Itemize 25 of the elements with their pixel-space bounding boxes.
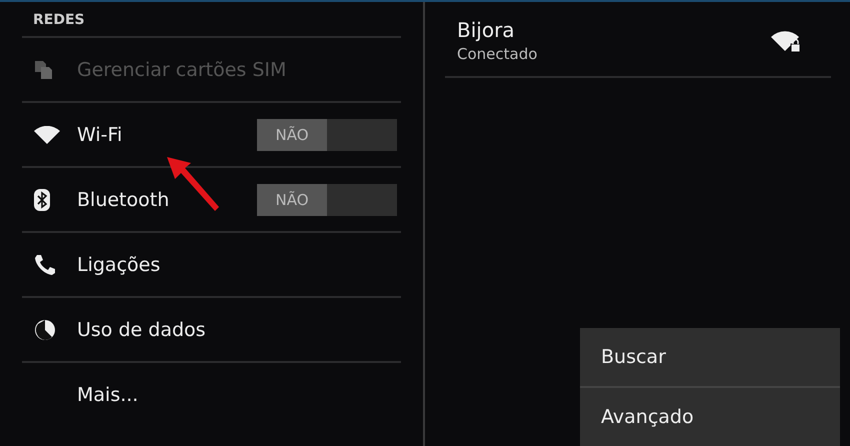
item-label: Bluetooth bbox=[77, 188, 170, 210]
bluetooth-icon bbox=[34, 188, 50, 210]
toggle-switch[interactable]: NÃO bbox=[257, 118, 397, 150]
network-name: Bijora bbox=[457, 18, 516, 42]
item-label: Wi-Fi bbox=[77, 124, 122, 146]
menu-item[interactable]: Avançado bbox=[580, 386, 840, 446]
item-label: Gerenciar cartões SIM bbox=[77, 58, 286, 80]
settings-item[interactable]: Ligações bbox=[22, 233, 401, 296]
data-usage-icon bbox=[34, 318, 56, 340]
wifi-lock-icon bbox=[771, 28, 801, 52]
settings-item[interactable]: Bluetooth NÃO bbox=[22, 168, 401, 231]
section-header: REDES bbox=[32, 11, 86, 30]
settings-item[interactable]: Uso de dados bbox=[22, 298, 401, 361]
sim-cards-icon bbox=[34, 60, 54, 80]
item-label: Uso de dados bbox=[77, 318, 206, 340]
settings-item[interactable]: Wi-Fi NÃO bbox=[22, 103, 401, 166]
toggle-switch[interactable]: NÃO bbox=[257, 184, 397, 216]
item-label: Ligações bbox=[77, 254, 160, 276]
phone-icon bbox=[34, 254, 56, 276]
item-label: Mais... bbox=[77, 384, 138, 406]
menu-item[interactable]: Buscar bbox=[580, 328, 840, 386]
settings-item[interactable]: Mais... bbox=[22, 363, 401, 426]
wifi-icon bbox=[34, 126, 60, 144]
network-item[interactable]: Bijora Conectado bbox=[445, 2, 831, 78]
network-status: Conectado bbox=[457, 45, 538, 63]
